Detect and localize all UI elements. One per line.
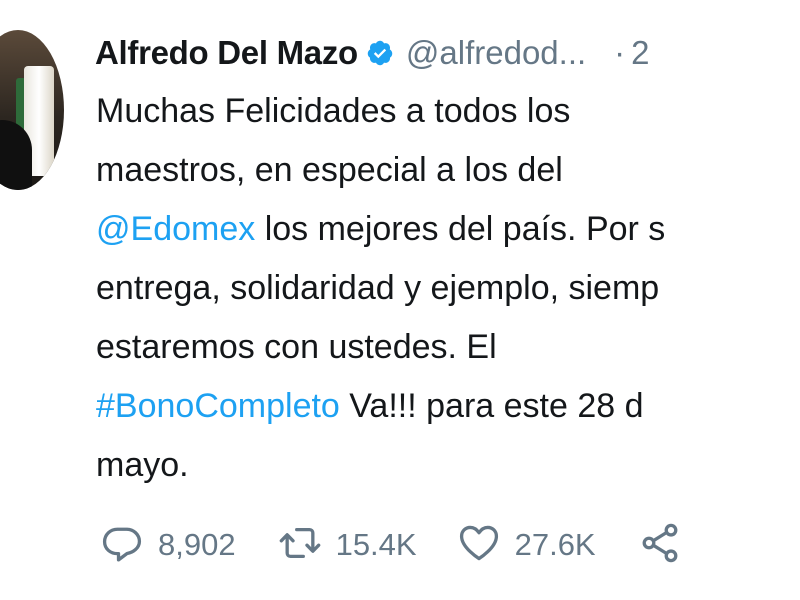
retweet-count: 15.4K <box>335 527 417 562</box>
tweet-line: Muchas Felicidades a todos los <box>96 82 800 141</box>
retweet-button[interactable]: 15.4K <box>278 521 417 570</box>
tweet-line: entrega, solidaridad y ejemplo, siemp <box>96 259 800 318</box>
tweet: Alfredo Del Mazo @alfredod... · 2 Muchas… <box>0 0 800 600</box>
tweet-line-text: maestros, en especial a los del <box>96 151 563 189</box>
tweet-line-text: mayo. <box>96 446 189 484</box>
tweet-line-text: estaremos con ustedes. El <box>96 328 497 366</box>
tweet-line: #BonoCompleto Va!!! para este 28 d <box>96 377 800 436</box>
mention-link[interactable]: @Edomex <box>96 210 255 248</box>
author-name[interactable]: Alfredo Del Mazo <box>95 34 358 72</box>
tweet-header: Alfredo Del Mazo @alfredod... · 2 <box>95 28 650 78</box>
reply-button[interactable]: 8,902 <box>100 521 236 570</box>
heart-icon <box>457 521 501 570</box>
tweet-line-text: Va!!! para este 28 d <box>339 387 644 425</box>
verified-badge-icon <box>366 39 394 67</box>
author-handle[interactable]: @alfredod... <box>406 34 586 72</box>
tweet-line-text: los mejores del país. Por s <box>255 210 666 248</box>
share-icon <box>638 521 682 570</box>
avatar[interactable] <box>0 30 64 190</box>
tweet-line: @Edomex los mejores del país. Por s <box>96 200 800 259</box>
tweet-line: mayo. <box>96 436 800 495</box>
header-separator: · <box>614 34 626 71</box>
hashtag-link[interactable]: #BonoCompleto <box>96 387 340 425</box>
tweet-text: Muchas Felicidades a todos los maestros,… <box>96 82 800 495</box>
tweet-line: maestros, en especial a los del <box>96 141 800 200</box>
tweet-line-text: Muchas Felicidades a todos los <box>96 92 571 130</box>
tweet-actions: 8,902 15.4K 27.6K <box>100 520 682 570</box>
share-button[interactable] <box>638 521 682 570</box>
retweet-icon <box>278 521 322 570</box>
like-button[interactable]: 27.6K <box>457 521 596 570</box>
reply-count: 8,902 <box>158 527 236 562</box>
tweet-timestamp[interactable]: 2 <box>631 34 649 72</box>
tweet-line: estaremos con ustedes. El <box>96 318 800 377</box>
reply-icon <box>100 521 144 570</box>
like-count: 27.6K <box>514 527 596 562</box>
tweet-line-text: entrega, solidaridad y ejemplo, siemp <box>96 269 660 307</box>
